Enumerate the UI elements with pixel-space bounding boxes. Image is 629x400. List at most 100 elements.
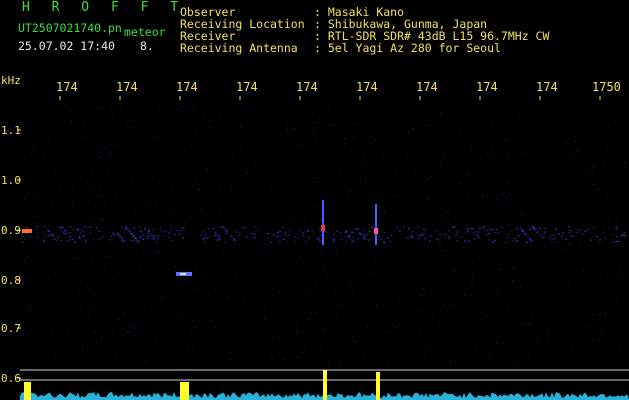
signal-band-pixel <box>136 240 139 242</box>
noise-pixel <box>106 292 108 294</box>
noise-pixel <box>209 126 211 128</box>
noise-pixel <box>65 194 67 196</box>
signal-band-pixel <box>225 232 228 234</box>
signal-band-pixel <box>77 229 79 231</box>
noise-pixel <box>79 295 81 297</box>
noise-pixel <box>495 177 497 179</box>
noise-pixel <box>412 255 414 257</box>
noise-pixel <box>246 237 248 239</box>
noise-pixel <box>316 250 318 252</box>
noise-pixel <box>515 304 517 306</box>
noise-pixel <box>54 355 56 357</box>
noise-pixel <box>336 255 338 257</box>
signal-band-pixel <box>231 236 234 238</box>
noise-pixel <box>478 256 480 258</box>
noise-pixel <box>228 165 230 167</box>
noise-pixel <box>591 165 593 167</box>
signal-band-pixel <box>21 241 24 243</box>
signal-band-pixel <box>524 234 527 236</box>
signal-band-pixel <box>55 240 58 241</box>
noise-pixel <box>310 291 312 293</box>
noise-pixel <box>440 163 442 164</box>
noise-pixel <box>597 338 599 340</box>
noise-pixel <box>78 270 79 272</box>
x-tick-label: 174 <box>176 80 198 94</box>
signal-band-pixel <box>43 226 46 228</box>
signal-band-pixel <box>571 235 574 237</box>
noise-pixel <box>335 290 337 292</box>
x-tick-label: 174 <box>536 80 558 94</box>
noise-pixel <box>503 342 505 344</box>
noise-pixel <box>607 297 609 299</box>
noise-pixel <box>97 294 98 296</box>
noise-pixel <box>130 351 132 353</box>
signal-band-pixel <box>119 235 122 237</box>
noise-pixel <box>406 338 408 340</box>
signal-band-pixel <box>485 230 488 231</box>
noise-pixel <box>542 219 544 221</box>
noise-pixel <box>171 209 173 211</box>
noise-pixel <box>485 270 487 272</box>
noise-pixel <box>399 306 401 308</box>
noise-pixel <box>546 332 547 334</box>
signal-band-pixel <box>351 237 354 239</box>
noise-pixel <box>502 193 504 195</box>
meteor-count: 8. <box>140 39 154 53</box>
noise-pixel <box>83 231 85 232</box>
noise-pixel <box>405 157 407 158</box>
noise-pixel <box>325 312 327 314</box>
signal-band-pixel <box>476 231 479 233</box>
noise-pixel <box>519 266 521 268</box>
signal-band-pixel <box>436 230 438 232</box>
signal-band-pixel <box>225 229 227 231</box>
noise-pixel <box>443 218 445 220</box>
noise-pixel <box>110 151 112 153</box>
signal-band-pixel <box>139 237 142 239</box>
power-peak <box>323 370 327 400</box>
noise-pixel <box>330 340 332 342</box>
noise-pixel <box>384 209 386 211</box>
noise-pixel <box>522 151 524 153</box>
noise-pixel <box>42 114 44 116</box>
noise-pixel <box>28 334 30 336</box>
noise-pixel <box>491 121 493 122</box>
noise-pixel <box>179 114 181 116</box>
noise-pixel <box>527 170 529 172</box>
noise-pixel <box>283 247 285 249</box>
signal-band-pixel <box>127 229 129 230</box>
signal-band-pixel <box>538 233 541 235</box>
noise-pixel <box>132 119 134 121</box>
signal-band-pixel <box>500 226 503 228</box>
noise-pixel <box>24 260 26 262</box>
noise-pixel <box>196 182 198 184</box>
noise-pixel <box>339 364 341 366</box>
signal-band-pixel <box>219 226 222 228</box>
signal-band-pixel <box>98 238 101 240</box>
noise-pixel <box>498 289 500 290</box>
noise-pixel <box>597 189 599 191</box>
noise-pixel <box>295 217 297 219</box>
noise-pixel <box>254 106 256 108</box>
noise-pixel <box>298 264 299 266</box>
noise-pixel <box>22 359 24 361</box>
signal-band-pixel <box>505 242 507 243</box>
noise-pixel <box>30 309 32 311</box>
signal-band-pixel <box>36 232 39 234</box>
noise-pixel <box>331 157 333 159</box>
noise-pixel <box>520 213 522 215</box>
noise-pixel <box>227 296 229 298</box>
noise-pixel <box>496 362 498 364</box>
noise-pixel <box>45 189 47 191</box>
noise-pixel <box>99 157 101 159</box>
noise-pixel <box>47 122 49 123</box>
signal-band-pixel <box>362 237 365 239</box>
signal-band-pixel <box>581 233 584 235</box>
noise-pixel <box>93 303 95 305</box>
noise-pixel <box>321 269 323 271</box>
signal-band-pixel <box>139 236 142 238</box>
signal-band-pixel <box>200 234 203 236</box>
noise-pixel <box>443 254 444 256</box>
noise-pixel <box>104 255 106 257</box>
signal-band-pixel <box>389 241 392 242</box>
noise-pixel <box>469 298 471 300</box>
